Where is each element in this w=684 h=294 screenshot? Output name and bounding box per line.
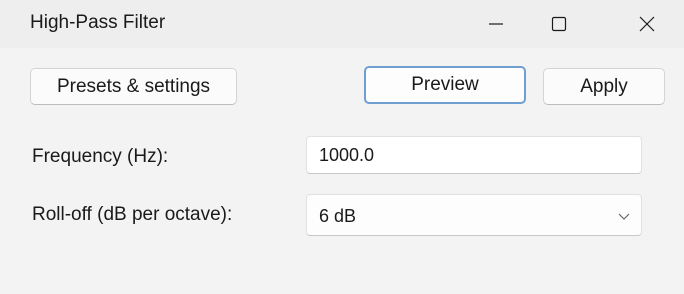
title-bar: High-Pass Filter: [0, 0, 684, 48]
frequency-label: Frequency (Hz):: [32, 146, 169, 167]
window-title: High-Pass Filter: [30, 12, 166, 33]
minimize-icon: [487, 15, 505, 33]
frequency-input[interactable]: [306, 136, 642, 174]
close-button[interactable]: [619, 0, 675, 48]
minimize-button[interactable]: [468, 0, 524, 48]
presets-settings-button[interactable]: Presets & settings: [30, 68, 237, 105]
rolloff-label: Roll-off (dB per octave):: [32, 204, 233, 225]
maximize-icon: [550, 15, 568, 33]
close-icon: [638, 15, 656, 33]
high-pass-filter-dialog: High-Pass Filter Presets & settings Prev…: [0, 0, 684, 294]
rolloff-select[interactable]: 6 dB: [306, 194, 642, 236]
chevron-down-icon: [615, 207, 633, 225]
maximize-button[interactable]: [531, 0, 587, 48]
apply-button[interactable]: Apply: [543, 68, 665, 105]
rolloff-selected-value: 6 dB: [319, 206, 357, 226]
preview-button[interactable]: Preview: [364, 66, 526, 104]
